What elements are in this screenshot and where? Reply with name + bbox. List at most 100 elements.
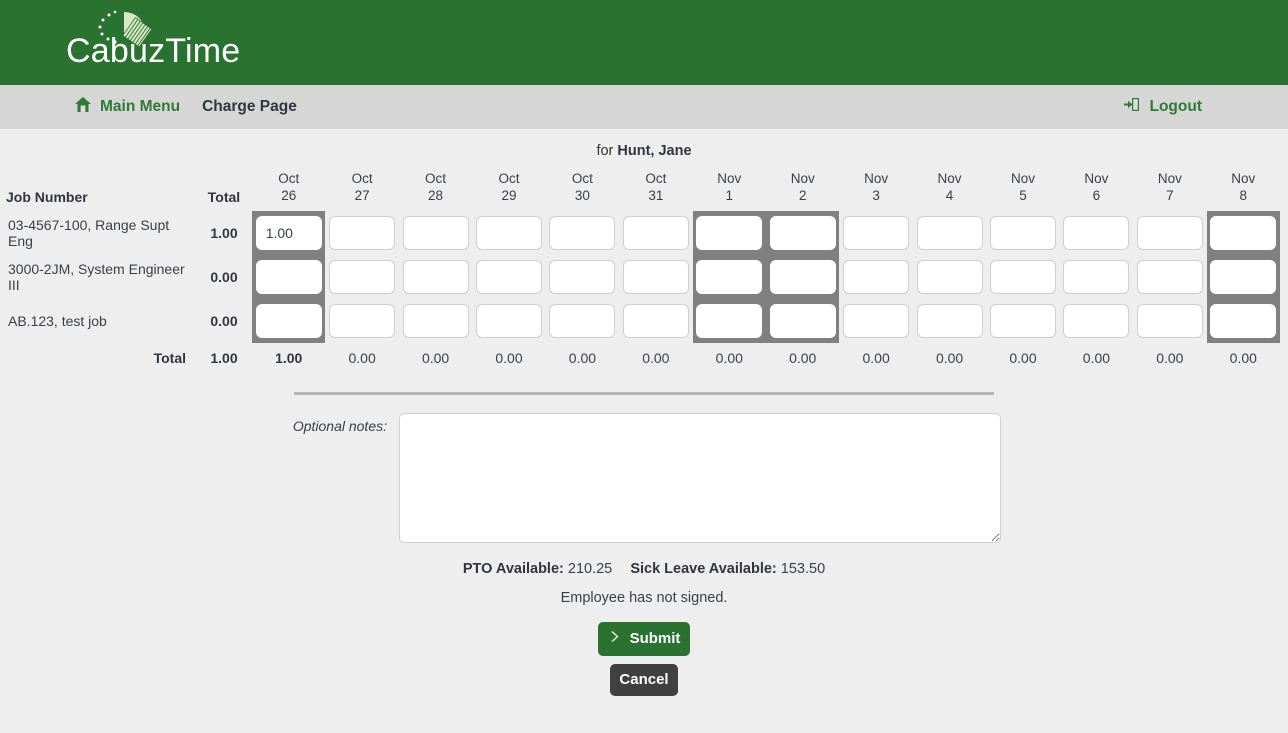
main-navbar: Main Menu Charge Page Logout [0, 85, 1288, 129]
hours-input-r0-c3[interactable] [476, 216, 542, 250]
hours-cell-r1-c12 [1133, 255, 1206, 299]
hours-input-r1-c7[interactable] [770, 260, 836, 294]
hours-input-r1-c9[interactable] [917, 260, 983, 294]
hours-input-r2-c12[interactable] [1137, 304, 1203, 338]
hours-input-r1-c8[interactable] [843, 260, 909, 294]
hours-input-r0-c10[interactable] [990, 216, 1056, 250]
hours-input-r2-c13[interactable] [1210, 304, 1276, 338]
hours-cell-r0-c1 [325, 211, 398, 255]
hours-cell-r2-c8 [839, 299, 912, 343]
hours-cell-r1-c3 [472, 255, 545, 299]
column-header-date-6: Nov1 [693, 171, 766, 211]
hours-cell-r2-c13 [1207, 299, 1280, 343]
hours-cell-r2-c6 [693, 299, 766, 343]
column-header-date-13: Nov8 [1207, 171, 1280, 211]
column-header-total: Total [196, 189, 252, 211]
sick-leave-label: Sick Leave Available: [630, 561, 776, 577]
hours-input-r2-c3[interactable] [476, 304, 542, 338]
hours-input-r1-c12[interactable] [1137, 260, 1203, 294]
hours-cell-r0-c5 [619, 211, 692, 255]
column-header-date-0: Oct26 [252, 171, 325, 211]
hours-input-r2-c4[interactable] [549, 304, 615, 338]
hours-cell-r0-c12 [1133, 211, 1206, 255]
column-header-date-2: Oct28 [399, 171, 472, 211]
hours-input-r2-c8[interactable] [843, 304, 909, 338]
hours-cell-r1-c6 [693, 255, 766, 299]
hours-input-r2-c11[interactable] [1063, 304, 1129, 338]
submit-button[interactable]: Submit [598, 622, 690, 656]
cancel-button[interactable]: Cancel [610, 664, 678, 696]
hours-input-r2-c1[interactable] [329, 304, 395, 338]
app-header: CabuzTime [0, 0, 1288, 85]
hours-cell-r0-c0 [252, 211, 325, 255]
hours-input-r0-c13[interactable] [1210, 216, 1276, 250]
hours-cell-r2-c11 [1060, 299, 1133, 343]
hours-input-r0-c9[interactable] [917, 216, 983, 250]
hours-input-r2-c7[interactable] [770, 304, 836, 338]
sick-leave-value: 153.50 [781, 561, 825, 577]
column-header-date-9: Nov4 [913, 171, 986, 211]
hours-input-r0-c1[interactable] [329, 216, 395, 250]
hours-cell-r2-c3 [472, 299, 545, 343]
home-icon [74, 96, 92, 118]
nav-main-menu-label: Main Menu [100, 98, 180, 116]
hours-cell-r2-c0 [252, 299, 325, 343]
hours-input-r1-c11[interactable] [1063, 260, 1129, 294]
hours-input-r0-c6[interactable] [696, 216, 762, 250]
nav-main-menu[interactable]: Main Menu [74, 96, 180, 118]
column-total-3: 0.00 [472, 343, 545, 366]
nav-logout[interactable]: Logout [1123, 96, 1202, 118]
table-row: AB.123, test job [6, 299, 196, 343]
hours-cell-r2-c5 [619, 299, 692, 343]
hours-input-r0-c0[interactable] [256, 216, 322, 250]
hours-input-r1-c6[interactable] [696, 260, 762, 294]
nav-charge-page[interactable]: Charge Page [202, 98, 297, 116]
hours-input-r1-c2[interactable] [403, 260, 469, 294]
hours-input-r1-c5[interactable] [623, 260, 689, 294]
hours-cell-r1-c4 [546, 255, 619, 299]
column-header-date-4: Oct30 [546, 171, 619, 211]
hours-input-r0-c7[interactable] [770, 216, 836, 250]
hours-input-r1-c0[interactable] [256, 260, 322, 294]
hours-cell-r1-c0 [252, 255, 325, 299]
hours-cell-r0-c6 [693, 211, 766, 255]
action-buttons: Submit Cancel [0, 622, 1288, 696]
hours-input-r0-c8[interactable] [843, 216, 909, 250]
employee-line: for Hunt, Jane [0, 143, 1288, 159]
table-row: 03-4567-100, Range Supt Eng [6, 211, 196, 255]
hours-input-r2-c9[interactable] [917, 304, 983, 338]
hours-cell-r1-c5 [619, 255, 692, 299]
hours-input-r2-c6[interactable] [696, 304, 762, 338]
hours-input-r2-c0[interactable] [256, 304, 322, 338]
hours-input-r0-c11[interactable] [1063, 216, 1129, 250]
hours-cell-r1-c2 [399, 255, 472, 299]
hours-input-r0-c4[interactable] [549, 216, 615, 250]
row-total: 1.00 [196, 211, 252, 255]
column-header-date-8: Nov3 [839, 171, 912, 211]
charge-page-body: for Hunt, Jane Job NumberTotalOct26Oct27… [0, 129, 1288, 733]
hours-input-r0-c2[interactable] [403, 216, 469, 250]
column-total-13: 0.00 [1207, 343, 1280, 366]
hours-cell-r1-c1 [325, 255, 398, 299]
hours-input-r2-c2[interactable] [403, 304, 469, 338]
hours-input-r2-c10[interactable] [990, 304, 1056, 338]
hours-input-r0-c12[interactable] [1137, 216, 1203, 250]
column-total-9: 0.00 [913, 343, 986, 366]
chevron-right-icon [608, 630, 621, 647]
nav-logout-label: Logout [1149, 98, 1202, 116]
hours-input-r1-c1[interactable] [329, 260, 395, 294]
hours-input-r0-c5[interactable] [623, 216, 689, 250]
table-row: 3000-2JM, System Engineer III [6, 255, 196, 299]
hours-cell-r2-c4 [546, 299, 619, 343]
column-total-8: 0.00 [839, 343, 912, 366]
hours-input-r1-c13[interactable] [1210, 260, 1276, 294]
hours-cell-r2-c2 [399, 299, 472, 343]
hours-input-r2-c5[interactable] [623, 304, 689, 338]
timesheet-grid: Job NumberTotalOct26Oct27Oct28Oct29Oct30… [0, 171, 1288, 366]
row-total: 0.00 [196, 299, 252, 343]
hours-input-r1-c3[interactable] [476, 260, 542, 294]
notes-input[interactable] [399, 413, 1001, 543]
hours-input-r1-c4[interactable] [549, 260, 615, 294]
hours-input-r1-c10[interactable] [990, 260, 1056, 294]
hours-cell-r1-c9 [913, 255, 986, 299]
